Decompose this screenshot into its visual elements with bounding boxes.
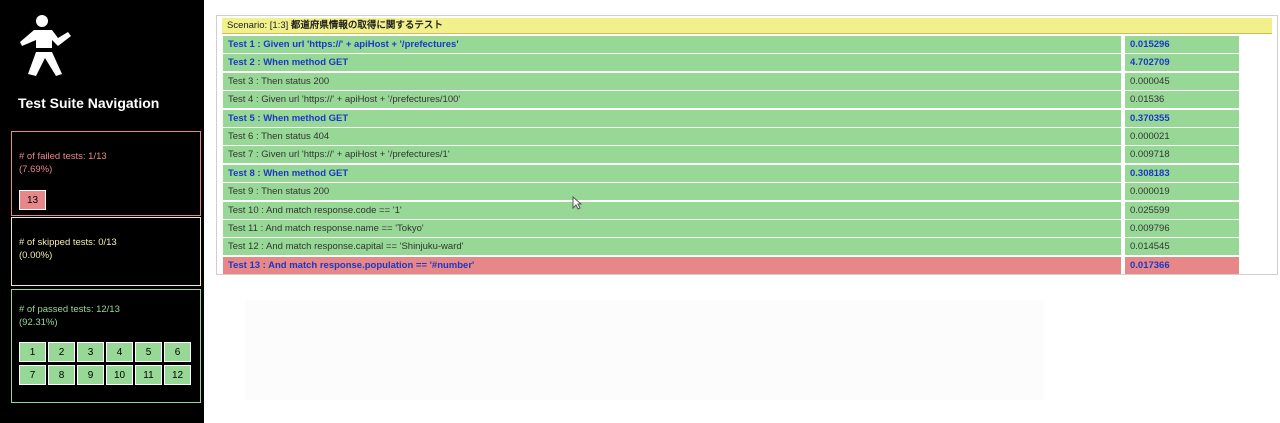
test-step-duration: 0.017366 [1125,256,1239,274]
test-step-name[interactable]: Test 10 : And match response.code == '1' [223,201,1121,219]
faded-background-area [245,300,1045,400]
scenario-header: Scenario: [1:3] 都道府県情報の取得に関するテスト [222,18,1272,34]
test-step-duration: 0.015296 [1125,36,1239,53]
failed-test-links: 13 [19,190,193,213]
scenario-prefix: Scenario: [1:3] [227,20,289,31]
passed-test-link-7[interactable]: 7 [19,365,46,385]
test-step-name[interactable]: Test 2 : When method GET [223,54,1121,72]
test-step-name[interactable]: Test 1 : Given url 'https://' + apiHost … [223,36,1121,53]
skipped-percent: (0.00%) [19,250,53,261]
test-step-duration: 0.025599 [1125,201,1239,219]
mouse-pointer-icon [572,196,582,210]
test-step-name[interactable]: Test 6 : Then status 404 [223,127,1121,145]
passed-test-link-6[interactable]: 6 [164,342,191,362]
test-step-duration: 0.01536 [1125,91,1239,109]
passed-test-link-2[interactable]: 2 [48,342,75,362]
test-step-name[interactable]: Test 5 : When method GET [223,109,1121,127]
passed-count: # of passed tests: 12/13 [19,304,120,315]
test-step-duration: 0.000045 [1125,72,1239,90]
sidebar-title: Test Suite Navigation [18,95,160,111]
test-step-name[interactable]: Test 7 : Given url 'https://' + apiHost … [223,146,1121,164]
failed-tests-panel: # of failed tests: 1/13 (7.69%) 13 [11,131,201,216]
skipped-count: # of skipped tests: 0/13 [19,237,117,248]
scenario-name: 都道府県情報の取得に関するテスト [290,20,443,31]
test-step-duration: 0.000021 [1125,127,1239,145]
passed-test-link-3[interactable]: 3 [77,342,104,362]
test-step-name[interactable]: Test 3 : Then status 200 [223,72,1121,90]
failed-percent: (7.69%) [19,164,53,175]
test-step-duration: 0.014545 [1125,238,1239,256]
test-step-name[interactable]: Test 4 : Given url 'https://' + apiHost … [223,91,1121,109]
passed-test-link-1[interactable]: 1 [19,342,46,362]
results-panel: Scenario: [1:3] 都道府県情報の取得に関するテスト Test 1 … [216,15,1278,275]
test-step-name[interactable]: Test 12 : And match response.capital == … [223,238,1121,256]
test-step-duration: 4.702709 [1125,54,1239,72]
test-step-duration: 0.009718 [1125,146,1239,164]
passed-test-link-10[interactable]: 10 [106,365,133,385]
test-step-name[interactable]: Test 13 : And match response.population … [223,256,1121,274]
test-suite-sidebar: Test Suite Navigation # of failed tests:… [0,0,204,423]
karate-figure-icon [20,15,71,76]
test-step-duration: 0.308183 [1125,164,1239,182]
passed-tests-panel: # of passed tests: 12/13 (92.31%) 123456… [11,289,201,403]
failed-test-link-13[interactable]: 13 [19,190,46,210]
passed-test-link-12[interactable]: 12 [164,365,191,385]
test-step-name[interactable]: Test 11 : And match response.name == 'To… [223,219,1121,237]
passed-test-link-8[interactable]: 8 [48,365,75,385]
test-step-name[interactable]: Test 9 : Then status 200 [223,183,1121,201]
passed-percent: (92.31%) [19,317,58,328]
test-step-name[interactable]: Test 8 : When method GET [223,164,1121,182]
passed-test-link-9[interactable]: 9 [77,365,104,385]
test-step-duration: 0.009796 [1125,219,1239,237]
test-step-duration: 0.000019 [1125,183,1239,201]
passed-test-link-4[interactable]: 4 [106,342,133,362]
passed-test-link-5[interactable]: 5 [135,342,162,362]
skipped-tests-panel: # of skipped tests: 0/13 (0.00%) [11,217,201,286]
failed-count: # of failed tests: 1/13 [19,151,107,162]
passed-test-link-11[interactable]: 11 [135,365,162,385]
test-step-duration: 0.370355 [1125,109,1239,127]
passed-test-links: 1 2 3 4 5 67 8 9 10 11 12 [19,342,199,388]
